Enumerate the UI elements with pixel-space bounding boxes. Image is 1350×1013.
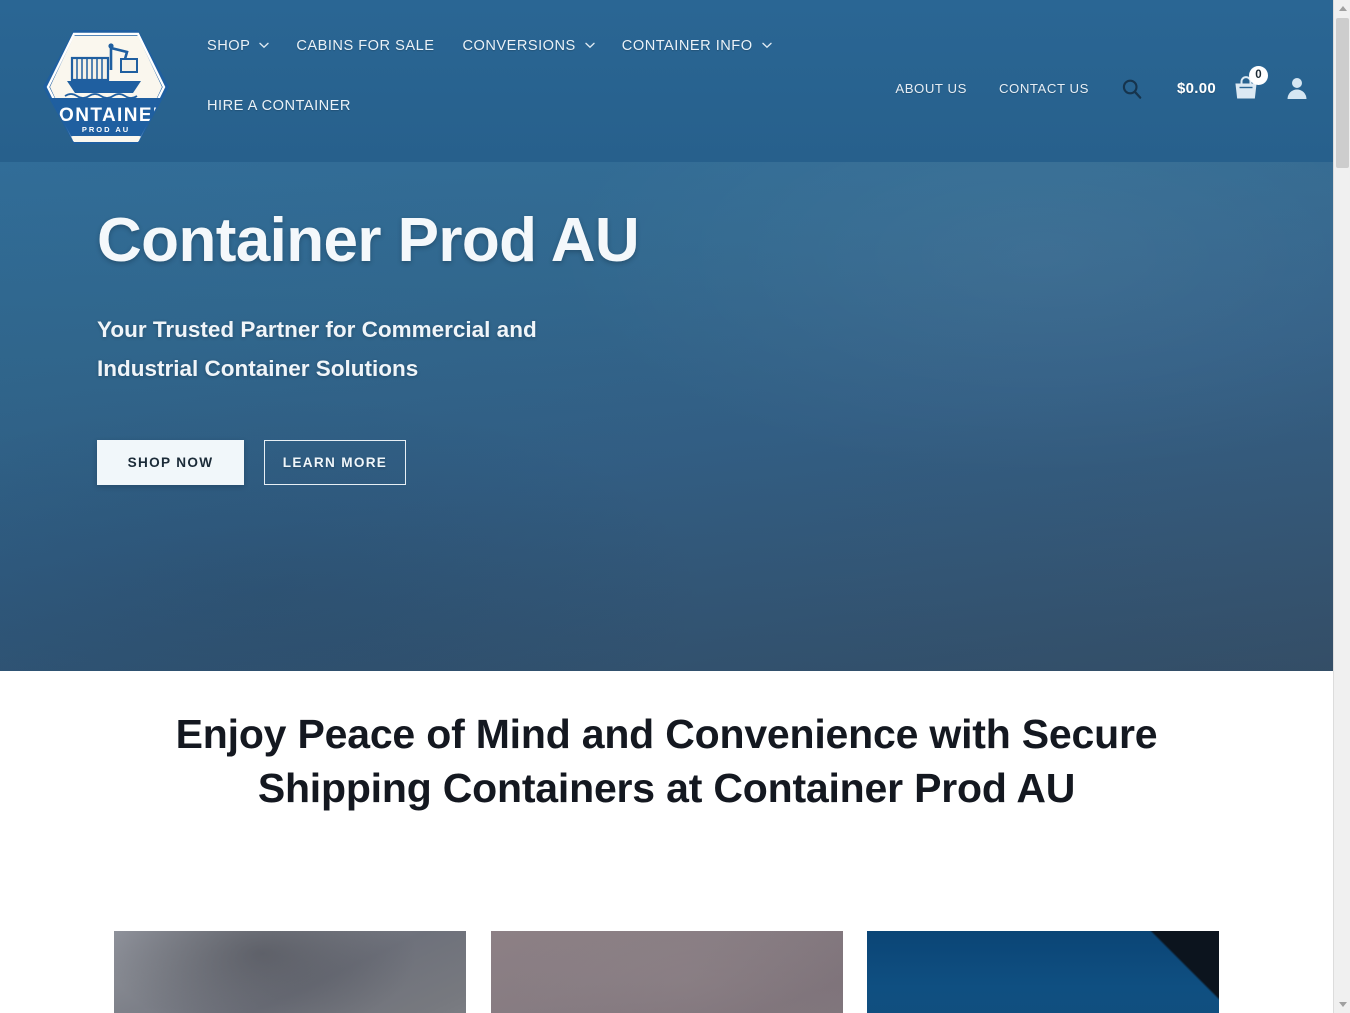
learn-more-button[interactable]: LEARN MORE [264,440,406,486]
hero-title: Container Prod AU [97,206,640,275]
nav-item-label: SHOP [207,38,251,54]
vertical-scrollbar[interactable] [1333,0,1350,1013]
site-logo[interactable]: CONTAINER PROD AU [41,26,171,148]
chevron-down-icon [761,42,772,51]
scroll-up-arrow[interactable] [1334,0,1350,17]
chevron-down-icon [259,42,270,51]
feature-card[interactable] [490,931,843,1013]
hero-subtitle: Your Trusted Partner for Commercial and … [97,317,537,381]
card-image-grey-container [114,931,466,1013]
nav-item-label: CONTAINER INFO [621,38,753,54]
secondary-navigation: ABOUT US CONTACT US $0.00 0 [895,66,1308,101]
feature-card[interactable] [867,931,1219,1013]
search-icon[interactable] [1121,78,1143,100]
nav-item-label: CABINS FOR SALE [296,38,435,54]
site-header: CONTAINER PROD AU SHOP CABINS FOR SALE C… [0,0,1333,162]
page-content: CONTAINER PROD AU SHOP CABINS FOR SALE C… [0,0,1333,1013]
scrollbar-thumb[interactable] [1336,18,1349,168]
nav-item-container-info[interactable]: CONTAINER INFO [621,38,772,54]
nav-item-shop[interactable]: SHOP [207,38,270,54]
scroll-down-arrow[interactable] [1334,996,1350,1013]
cart-button[interactable]: 0 [1232,66,1268,101]
nav-item-label: HIRE A CONTAINER [207,98,351,114]
hero-cta-group: SHOP NOW LEARN MORE [97,440,639,486]
account-person-icon[interactable] [1286,76,1308,100]
nav-item-conversions[interactable]: CONVERSIONS [462,38,595,54]
cart-total: $0.00 [1176,79,1216,97]
feature-card[interactable] [114,931,466,1013]
main-content: Enjoy Peace of Mind and Convenience with… [0,671,1333,1013]
nav-item-contact-us[interactable]: CONTACT US [999,81,1089,96]
svg-text:PROD AU: PROD AU [82,125,130,134]
cart-count-badge: 0 [1249,66,1268,85]
feature-card-row [114,931,1219,1013]
hero-banner: Container Prod AU Your Trusted Partner f… [0,162,1333,671]
nav-item-hire-a-container[interactable]: HIRE A CONTAINER [207,98,351,114]
browser-viewport: CONTAINER PROD AU SHOP CABINS FOR SALE C… [0,0,1350,1013]
card-image-mauve-container [490,931,843,1013]
chevron-down-icon [585,42,595,51]
nav-item-label: CONVERSIONS [462,38,576,54]
section-heading: Enjoy Peace of Mind and Convenience with… [175,711,1158,812]
card-image-blue-sky-container [867,931,1219,1013]
nav-item-about-us[interactable]: ABOUT US [895,81,967,96]
nav-item-cabins-for-sale[interactable]: CABINS FOR SALE [296,38,434,54]
primary-navigation: SHOP CABINS FOR SALE CONVERSIONS CONTAIN… [207,38,827,114]
shop-now-button[interactable]: SHOP NOW [97,440,244,486]
